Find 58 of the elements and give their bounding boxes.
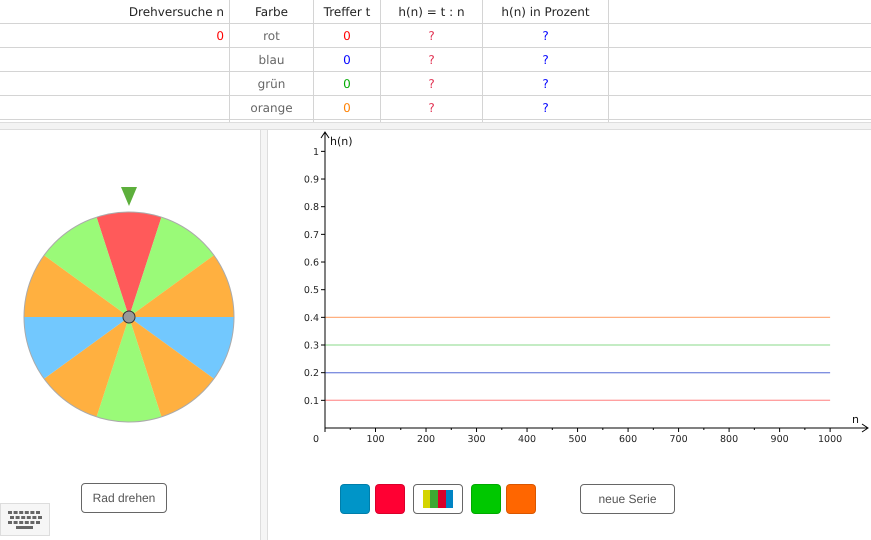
table-cell: ? <box>381 96 483 119</box>
table-cell: ? <box>483 96 609 119</box>
tick-label: 400 <box>518 434 536 445</box>
color-button[interactable] <box>375 484 405 514</box>
table-cell: rot <box>230 24 314 47</box>
tick-label: 1 <box>312 146 319 158</box>
column-header: h(n) in Prozent <box>483 0 609 23</box>
table-cell: ? <box>483 72 609 95</box>
tick-label: 0.9 <box>304 174 319 186</box>
table-cell: 0 <box>314 72 381 95</box>
table-cell: 0 <box>314 24 381 47</box>
all-colors-button[interactable] <box>413 484 463 514</box>
column-header: Farbe <box>230 0 314 23</box>
tick-label: 900 <box>770 434 789 445</box>
pointer-icon <box>121 187 137 206</box>
axis-label: n <box>852 413 859 426</box>
tick-label: 100 <box>366 434 385 445</box>
keyboard-button[interactable] <box>0 503 50 536</box>
tick-label: 700 <box>670 434 688 445</box>
tick-label: 300 <box>467 434 486 445</box>
table-cell: grün <box>230 72 314 95</box>
table-cell: ? <box>381 24 483 47</box>
tick-label: 600 <box>619 434 638 445</box>
new-series-button[interactable]: neue Serie <box>580 484 675 514</box>
tick-label: 800 <box>720 434 738 445</box>
tick-label: 0.2 <box>304 368 319 380</box>
tick-label: 0.5 <box>304 285 319 296</box>
tick-label: 500 <box>568 434 587 445</box>
tick-label: 0.8 <box>304 202 319 214</box>
tick-label: 0.7 <box>304 230 319 241</box>
column-header: h(n) = t : n <box>381 0 483 23</box>
table-cell: orange <box>230 96 314 119</box>
table-cell: blau <box>230 48 314 71</box>
color-button[interactable] <box>471 484 501 514</box>
tick-label: 0 <box>312 434 320 445</box>
stripes-icon <box>423 490 453 508</box>
table-cell: ? <box>381 72 483 95</box>
splitter-bar[interactable] <box>260 130 268 540</box>
color-button[interactable] <box>340 484 370 514</box>
splitter-bar[interactable] <box>0 122 871 130</box>
table-cell: 0 <box>314 48 381 71</box>
table-cell: 0 <box>314 96 381 119</box>
tick-label: 200 <box>416 434 436 445</box>
column-header: Treffer t <box>314 0 381 23</box>
tick-label: 1000 <box>818 434 842 445</box>
table-cell: ? <box>483 24 609 47</box>
axis-label: h(n) <box>330 135 353 148</box>
tick-label: 0.4 <box>304 312 319 324</box>
table-cell: ? <box>381 48 483 71</box>
table-cell: ? <box>483 48 609 71</box>
color-button[interactable] <box>506 484 536 514</box>
spin-button[interactable]: Rad drehen <box>81 483 167 513</box>
tick-label: 0.6 <box>304 258 319 269</box>
keyboard-icon <box>8 510 42 528</box>
tick-label: 0.1 <box>304 396 319 407</box>
table-cell: 0 <box>0 24 230 47</box>
column-header: Drehversuche n <box>0 0 230 23</box>
tick-label: 0.3 <box>304 340 319 352</box>
